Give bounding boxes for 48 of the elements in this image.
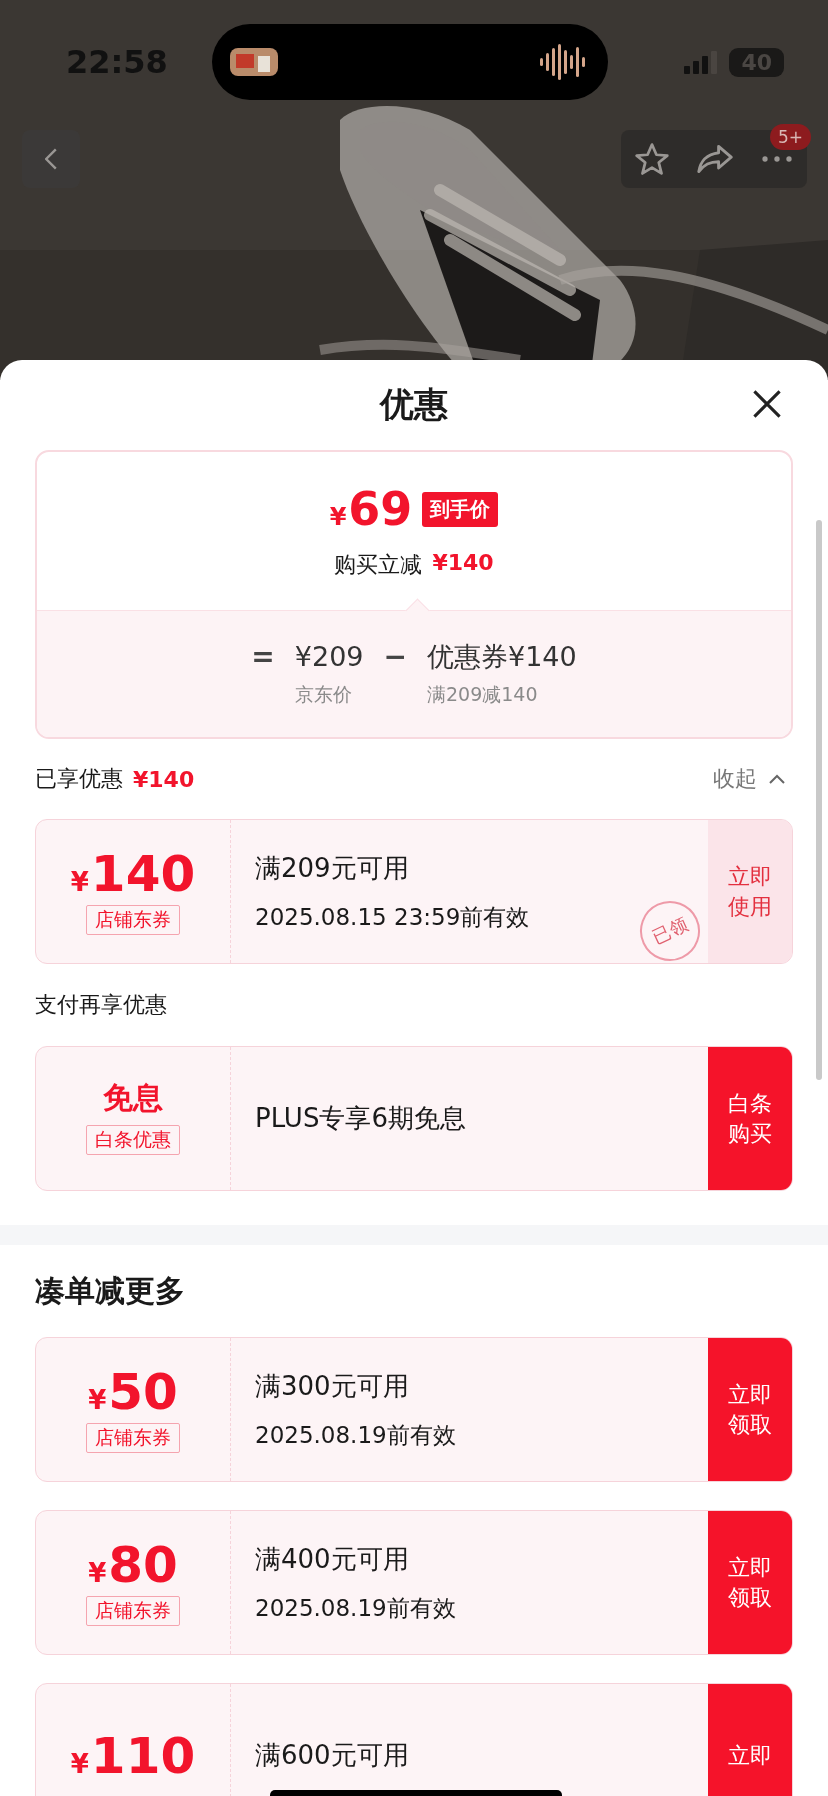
coupon-button[interactable]: 立即领取 <box>708 1511 792 1654</box>
coupon-button[interactable]: 白条购买 <box>708 1047 792 1190</box>
coupon-amount: ¥80 <box>88 1539 178 1590</box>
media-thumbnail-icon <box>230 48 278 76</box>
coupon-tag: 店铺东券 <box>86 904 180 935</box>
enjoyed-label: 已享优惠 <box>35 765 123 793</box>
coupon-condition: 满400元可用 <box>255 1542 410 1576</box>
offer-title: 免息 <box>103 1082 163 1113</box>
coupon-button[interactable]: 立即使用 <box>708 820 792 963</box>
coupon-caption: 满209减140 <box>426 682 538 707</box>
coupon-tag: 白条优惠 <box>86 1124 180 1155</box>
coupon-condition: 满600元可用 <box>255 1739 410 1772</box>
section-heading: 凑单减更多 <box>35 1271 186 1310</box>
coupon-amount: ¥140 <box>70 848 196 899</box>
minus-sign: − <box>383 640 407 674</box>
notification-badge: 5+ <box>769 124 811 150</box>
saving-amount: ¥140 <box>432 550 494 577</box>
coupon-condition: 满300元可用 <box>255 1369 410 1403</box>
equals-sign: = <box>251 640 275 674</box>
coupon-amount: ¥50 <box>88 1366 178 1417</box>
close-icon <box>753 390 781 418</box>
chevron-icon <box>769 774 785 784</box>
coupon-condition: 满209元可用 <box>255 851 410 885</box>
coupon-button[interactable]: 立即领取 <box>708 1338 792 1481</box>
more-icon <box>761 155 793 163</box>
waveform-icon <box>540 42 586 82</box>
list-price-caption: 京东价 <box>294 682 352 707</box>
coupon-discount: 优惠券¥140 <box>426 640 577 674</box>
section-heading: 支付再享优惠 <box>35 991 168 1019</box>
coupon-button[interactable]: 立即 <box>708 1684 792 1796</box>
close-button[interactable] <box>751 388 783 420</box>
coupon-amount: ¥110 <box>70 1730 196 1781</box>
coupon-validity: 2025.08.19前有效 <box>255 1593 456 1623</box>
collapse-toggle[interactable]: 收起 <box>713 764 793 794</box>
final-price: ¥69 <box>329 482 413 536</box>
star-icon <box>635 142 669 176</box>
coupon-validity: 2025.08.19前有效 <box>255 1420 456 1450</box>
enjoyed-amount: ¥140 <box>133 766 195 792</box>
coupon-tag: 店铺东券 <box>86 1422 180 1453</box>
coupon-condition: PLUS专享6期免息 <box>255 1102 467 1135</box>
saving-label: 购买立减 <box>334 551 423 579</box>
signal-icon <box>684 50 718 74</box>
coupon-tag: 店铺东券 <box>86 1595 180 1626</box>
chevron-left-icon <box>45 148 57 170</box>
sheet-title: 优惠 <box>380 383 448 426</box>
coupon-validity: 2025.08.15 23:59前有效 <box>255 902 530 932</box>
list-price: ¥209 <box>294 640 364 674</box>
final-price-tag: 到手价 <box>422 491 499 527</box>
